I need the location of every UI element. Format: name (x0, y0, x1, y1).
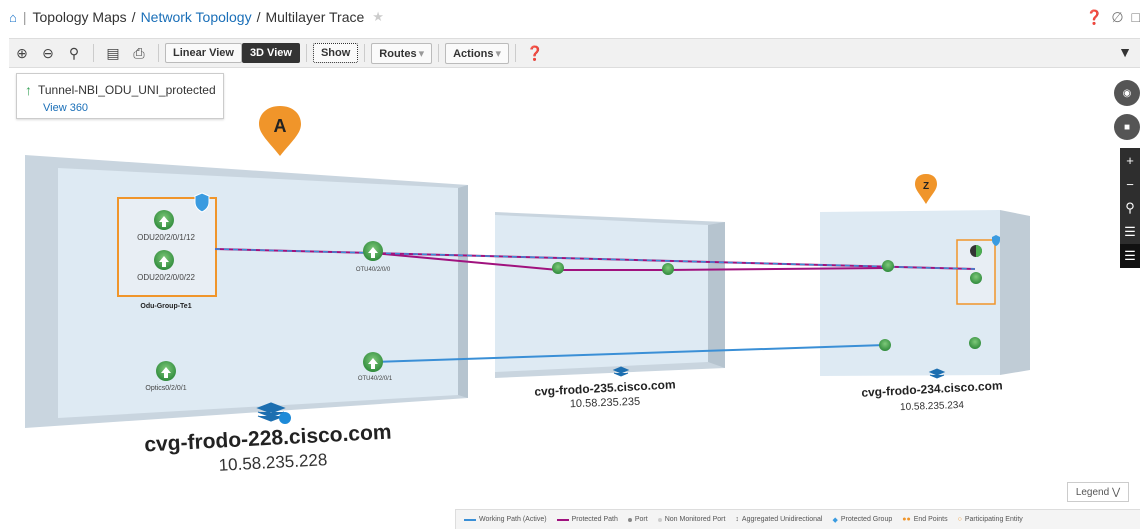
pan-control-icon[interactable]: ◉ (1114, 80, 1140, 106)
device-235-panel[interactable] (495, 212, 725, 378)
routes-dropdown[interactable]: Routes ▾ (371, 42, 433, 64)
service-info-box: ↑ Tunnel-NBI_ODU_UNI_protected View 360 (16, 73, 224, 119)
chevron-down-icon: ▾ (418, 47, 425, 60)
help-icon[interactable]: ❓ (1086, 9, 1103, 26)
port-234-odu-b[interactable] (970, 272, 982, 284)
endpoint-z-marker[interactable]: Z (915, 174, 937, 204)
legend-protected-group: ◆ Protected Group (832, 516, 893, 524)
port-label: OTU40/2/0/0 (356, 267, 391, 273)
add-icon (279, 412, 291, 424)
legend-working-path: Working Path (Active) (464, 516, 547, 523)
svg-text:10.58.235.235: 10.58.235.235 (570, 396, 641, 410)
breadcrumb-divider: | (22, 9, 27, 25)
port-235-a[interactable] (552, 262, 564, 274)
legend-bar: Working Path (Active) Protected Path Por… (455, 509, 1140, 529)
zoom-search-icon[interactable]: ⚲ (1120, 196, 1140, 220)
window-icon[interactable]: □ (1132, 9, 1140, 26)
up-arrow-icon: ↑ (25, 82, 32, 98)
home-icon[interactable]: ⌂ (9, 10, 17, 25)
print-icon[interactable]: ⎙ (130, 45, 148, 62)
port-label: OTU40/2/0/1 (358, 376, 393, 382)
legend-protected-path: Protected Path (556, 516, 618, 523)
port-label: ODU20/2/0/1/12 (137, 233, 195, 242)
svg-text:Z: Z (923, 181, 929, 192)
svg-text:cvg-frodo-234.cisco.com: cvg-frodo-234.cisco.com (861, 378, 1003, 399)
filter-icon[interactable]: ▼ (1118, 44, 1132, 60)
zoom-plus-icon[interactable]: + (1120, 148, 1140, 172)
port-optics0-2-0-1[interactable] (156, 361, 176, 381)
favorite-star-icon[interactable]: ★ (372, 9, 384, 25)
endpoint-a-marker[interactable]: A (259, 106, 301, 156)
chevron-down-icon: ⋁ (1111, 486, 1121, 498)
view-360-link[interactable]: View 360 (43, 102, 88, 114)
legend-participating-entity: ○ Participating Entity (957, 516, 1023, 523)
topology-canvas[interactable]: ODU20/2/0/1/12 ODU20/2/0/0/22 Odu-Group-… (0, 67, 1140, 529)
breadcrumb-network-topology[interactable]: Network Topology (141, 9, 252, 25)
device-234-panel[interactable] (820, 210, 1030, 376)
toolbar: ⊕ ⊖ ⚲ ▤ ⎙ Linear View 3D View Show Route… (9, 38, 1140, 68)
breadcrumb: ⌂ | Topology Maps / Network Topology / M… (9, 9, 384, 25)
svg-text:cvg-frodo-235.cisco.com: cvg-frodo-235.cisco.com (534, 377, 676, 398)
service-name: Tunnel-NBI_ODU_UNI_protected (38, 83, 216, 97)
layers-selected-icon[interactable]: ☰ (1120, 244, 1140, 268)
help-icon[interactable]: ❓ (526, 45, 544, 62)
port-label: ODU20/2/0/0/22 (137, 273, 195, 282)
svg-text:10.58.235.228: 10.58.235.228 (218, 450, 328, 475)
port-234-b[interactable] (879, 339, 891, 351)
top-right-tools: ❓ ∅ □ (1086, 9, 1140, 26)
port-otu40-2-0-1[interactable] (363, 352, 383, 372)
port-234-odu-a[interactable] (970, 245, 982, 257)
3d-view-button[interactable]: 3D View (241, 43, 300, 63)
svg-text:cvg-frodo-228.cisco.com: cvg-frodo-228.cisco.com (144, 421, 392, 457)
legend-non-monitored-port: Non Monitored Port (657, 516, 725, 523)
port-234-a[interactable] (882, 260, 894, 272)
legend-port: Port (627, 516, 648, 523)
export-icon[interactable]: ▤ (104, 45, 122, 62)
linear-view-button[interactable]: Linear View (165, 43, 242, 63)
legend-end-points: ●● End Points (902, 516, 948, 523)
port-odu20-2-0-1-12[interactable] (154, 210, 174, 230)
breadcrumb-topology-maps[interactable]: Topology Maps (33, 9, 127, 25)
legend-button[interactable]: Legend ⋁ (1067, 482, 1129, 502)
page-title: Multilayer Trace (265, 9, 365, 25)
zoom-minus-icon[interactable]: − (1120, 172, 1140, 196)
zoom-bar: + − ⚲ ☰ ☰ (1120, 148, 1140, 268)
port-odu20-2-0-0-22[interactable] (154, 250, 174, 270)
port-235-b[interactable] (662, 263, 674, 275)
layers-icon[interactable]: ☰ (1120, 220, 1140, 244)
zoom-out-icon[interactable]: ⊖ (39, 45, 57, 62)
device-228-panel[interactable] (25, 155, 468, 428)
port-234-c[interactable] (969, 337, 981, 349)
zoom-fit-icon[interactable]: ⚲ (65, 45, 83, 62)
zoom-in-icon[interactable]: ⊕ (13, 45, 31, 62)
svg-text:10.58.235.234: 10.58.235.234 (900, 400, 965, 413)
legend-aggregated: ↕ Aggregated Unidirectional (735, 516, 823, 523)
port-otu40-2-0-0[interactable] (363, 241, 383, 261)
actions-dropdown[interactable]: Actions ▾ (445, 42, 509, 64)
chevron-down-icon: ▾ (495, 47, 501, 60)
sync-icon[interactable]: ∅ (1111, 9, 1123, 26)
rotate-control-icon[interactable]: ■ (1114, 114, 1140, 140)
port-label: Optics0/2/0/1 (145, 385, 186, 392)
group-label: Odu-Group-Te1 (140, 303, 191, 310)
svg-text:A: A (274, 116, 287, 136)
show-button[interactable]: Show (312, 43, 359, 63)
